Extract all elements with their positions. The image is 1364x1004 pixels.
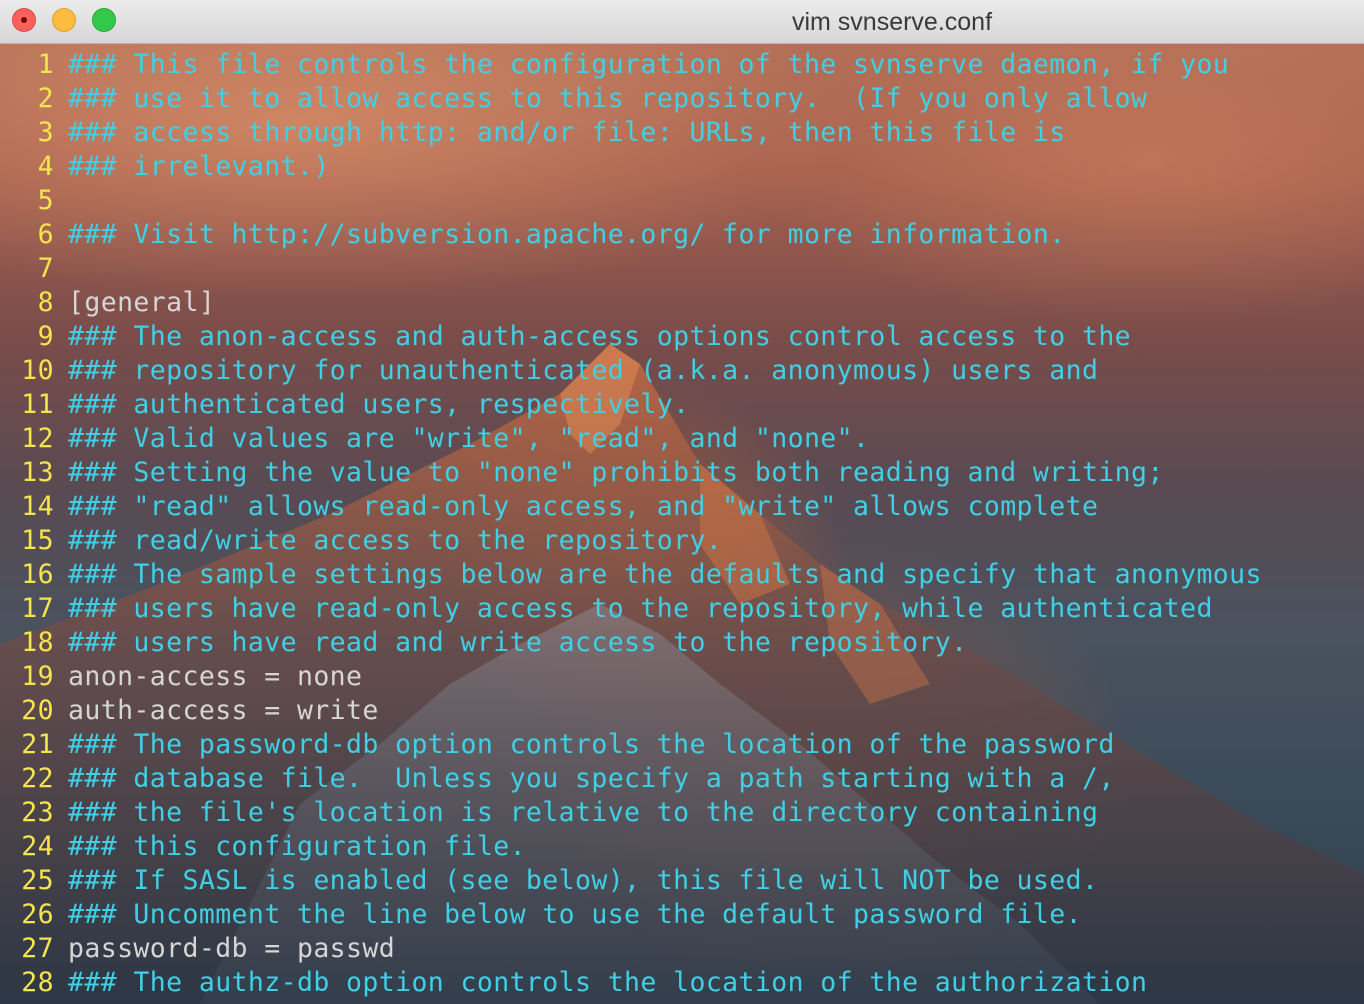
buffer-line[interactable]: 21 ### The password-db option controls th… <box>0 728 1262 762</box>
buffer-line[interactable]: 5 <box>0 184 1262 218</box>
line-number: 14 <box>21 491 54 522</box>
buffer-line[interactable]: 7 <box>0 252 1262 286</box>
line-number: 16 <box>21 559 54 590</box>
terminal-window: vim svnserve.conf 1 ### This file contro… <box>0 0 1364 1004</box>
comment-text[interactable]: ### read/write access to the repository. <box>68 525 722 556</box>
comment-text[interactable]: ### access through http: and/or file: UR… <box>68 117 1066 148</box>
buffer-line[interactable]: 16 ### The sample settings below are the … <box>0 558 1262 592</box>
comment-text[interactable]: ### repository for unauthenticated (a.k.… <box>68 355 1098 386</box>
comment-text[interactable]: ### "read" allows read-only access, and … <box>68 491 1098 522</box>
buffer-line[interactable]: 15 ### read/write access to the repositor… <box>0 524 1262 558</box>
comment-text[interactable]: ### database file. Unless you specify a … <box>68 763 1115 794</box>
comment-text[interactable]: ### The anon-access and auth-access opti… <box>68 321 1131 352</box>
comment-text[interactable]: ### Uncomment the line below to use the … <box>68 899 1082 930</box>
config-text[interactable]: [general] <box>68 287 215 318</box>
buffer-line[interactable]: 11 ### authenticated users, respectively. <box>0 388 1262 422</box>
line-number: 23 <box>21 797 54 828</box>
buffer-line[interactable]: 3 ### access through http: and/or file: U… <box>0 116 1262 150</box>
buffer-line[interactable]: 8 [general] <box>0 286 1262 320</box>
buffer-line[interactable]: 23 ### the file's location is relative to… <box>0 796 1262 830</box>
line-number: 20 <box>21 695 54 726</box>
line-number: 12 <box>21 423 54 454</box>
config-text[interactable]: auth-access = write <box>68 695 379 726</box>
buffer-line[interactable]: 13 ### Setting the value to "none" prohib… <box>0 456 1262 490</box>
line-number: 22 <box>21 763 54 794</box>
comment-text[interactable]: ### Valid values are "write", "read", an… <box>68 423 869 454</box>
line-number: 11 <box>21 389 54 420</box>
buffer-line[interactable]: 24 ### this configuration file. <box>0 830 1262 864</box>
terminal-content-area[interactable]: 1 ### This file controls the configuratio… <box>0 44 1364 1004</box>
comment-text[interactable]: ### The authz-db option controls the loc… <box>68 967 1147 998</box>
buffer-line[interactable]: 6 ### Visit http://subversion.apache.org/… <box>0 218 1262 252</box>
buffer-line[interactable]: 10 ### repository for unauthenticated (a.… <box>0 354 1262 388</box>
line-number: 8 <box>37 287 54 318</box>
buffer-line[interactable]: 4 ### irrelevant.) <box>0 150 1262 184</box>
comment-text[interactable]: ### authenticated users, respectively. <box>68 389 689 420</box>
buffer-line[interactable]: 19 anon-access = none <box>0 660 1262 694</box>
line-number: 5 <box>37 185 54 216</box>
line-number: 25 <box>21 865 54 896</box>
line-number: 6 <box>37 219 54 250</box>
line-number: 1 <box>37 49 54 80</box>
line-number: 15 <box>21 525 54 556</box>
comment-text[interactable]: ### this configuration file. <box>68 831 526 862</box>
line-number: 17 <box>21 593 54 624</box>
buffer-line[interactable]: 12 ### Valid values are "write", "read", … <box>0 422 1262 456</box>
line-number: 10 <box>21 355 54 386</box>
buffer-line[interactable]: 28 ### The authz-db option controls the l… <box>0 966 1262 1000</box>
buffer-line[interactable]: 26 ### Uncomment the line below to use th… <box>0 898 1262 932</box>
comment-text[interactable]: ### Setting the value to "none" prohibit… <box>68 457 1164 488</box>
comment-text[interactable]: ### If SASL is enabled (see below), this… <box>68 865 1098 896</box>
line-number: 3 <box>37 117 54 148</box>
line-number: 9 <box>37 321 54 352</box>
buffer-line[interactable]: 9 ### The anon-access and auth-access opt… <box>0 320 1262 354</box>
line-number: 27 <box>21 933 54 964</box>
comment-text[interactable]: ### irrelevant.) <box>68 151 330 182</box>
buffer-line[interactable]: 1 ### This file controls the configuratio… <box>0 48 1262 82</box>
line-number: 21 <box>21 729 54 760</box>
buffer-line[interactable]: 25 ### If SASL is enabled (see below), th… <box>0 864 1262 898</box>
buffer-line[interactable]: 27 password-db = passwd <box>0 932 1262 966</box>
line-number: 18 <box>21 627 54 658</box>
comment-text[interactable]: ### Visit http://subversion.apache.org/ … <box>68 219 1066 250</box>
comment-text[interactable]: ### use it to allow access to this repos… <box>68 83 1147 114</box>
buffer-line[interactable]: 20 auth-access = write <box>0 694 1262 728</box>
line-number: 13 <box>21 457 54 488</box>
comment-text[interactable]: ### users have read-only access to the r… <box>68 593 1213 624</box>
line-number: 19 <box>21 661 54 692</box>
comment-text[interactable]: ### the file's location is relative to t… <box>68 797 1098 828</box>
comment-text[interactable]: ### The password-db option controls the … <box>68 729 1115 760</box>
comment-text[interactable]: ### This file controls the configuration… <box>68 49 1229 80</box>
line-number: 4 <box>37 151 54 182</box>
buffer-line[interactable]: 14 ### "read" allows read-only access, an… <box>0 490 1262 524</box>
window-title: vim svnserve.conf <box>791 8 993 36</box>
buffer-line[interactable]: 18 ### users have read and write access t… <box>0 626 1262 660</box>
buffer-line[interactable]: 22 ### database file. Unless you specify … <box>0 762 1262 796</box>
comment-text[interactable]: ### users have read and write access to … <box>68 627 968 658</box>
buffer-line[interactable]: 17 ### users have read-only access to the… <box>0 592 1262 626</box>
config-text[interactable]: password-db = passwd <box>68 933 395 964</box>
comment-text[interactable]: ### The sample settings below are the de… <box>68 559 1262 590</box>
line-number: 24 <box>21 831 54 862</box>
config-text[interactable]: anon-access = none <box>68 661 362 692</box>
line-number: 28 <box>21 967 54 998</box>
line-number: 26 <box>21 899 54 930</box>
line-number: 2 <box>37 83 54 114</box>
vim-buffer[interactable]: 1 ### This file controls the configuratio… <box>0 48 1262 1000</box>
buffer-line[interactable]: 2 ### use it to allow access to this repo… <box>0 82 1262 116</box>
title-bar[interactable]: vim svnserve.conf <box>0 0 1364 44</box>
line-number: 7 <box>37 253 54 284</box>
